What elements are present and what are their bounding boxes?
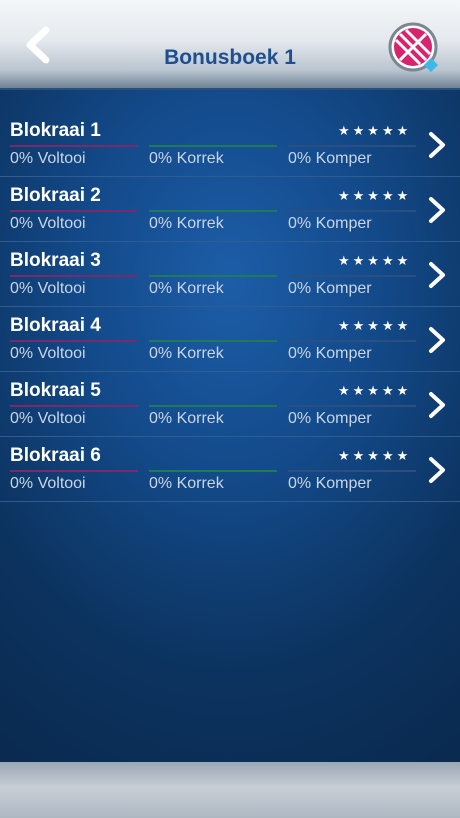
puzzle-title: Blokraai 5 — [10, 380, 101, 401]
voltooi-stat: 0% Voltooi — [10, 215, 86, 232]
chevron-right-icon[interactable] — [426, 325, 448, 355]
korrek-progress-bar — [149, 470, 277, 472]
rating-stars: ★★★★★ — [338, 253, 412, 268]
korrek-stat: 0% Korrek — [149, 150, 224, 167]
list-item[interactable]: Blokraai 5 ★★★★★ 0% Voltooi 0% Korrek 0%… — [0, 372, 460, 437]
komper-progress-bar — [288, 470, 416, 472]
komper-stat: 0% Komper — [288, 215, 372, 232]
korrek-stat: 0% Korrek — [149, 345, 224, 362]
app-logo-icon — [388, 22, 439, 73]
top-bar: Bonusboek 1 — [0, 0, 460, 90]
list-item[interactable]: Blokraai 6 ★★★★★ 0% Voltooi 0% Korrek 0%… — [0, 437, 460, 502]
voltooi-stat: 0% Voltooi — [10, 280, 86, 297]
komper-stat: 0% Komper — [288, 280, 372, 297]
korrek-progress-bar — [149, 210, 277, 212]
puzzle-list: Blokraai 1 ★★★★★ 0% Voltooi 0% Korrek 0%… — [0, 112, 460, 502]
voltooi-progress-bar — [10, 340, 138, 342]
komper-stat: 0% Komper — [288, 150, 372, 167]
voltooi-progress-bar — [10, 210, 138, 212]
voltooi-stat: 0% Voltooi — [10, 345, 86, 362]
chevron-right-icon[interactable] — [426, 390, 448, 420]
komper-progress-bar — [288, 340, 416, 342]
puzzle-title: Blokraai 3 — [10, 250, 101, 271]
bottom-bar — [0, 762, 460, 818]
voltooi-progress-bar — [10, 145, 138, 147]
komper-progress-bar — [288, 210, 416, 212]
rating-stars: ★★★★★ — [338, 188, 412, 203]
komper-stat: 0% Komper — [288, 410, 372, 427]
voltooi-stat: 0% Voltooi — [10, 475, 86, 492]
rating-stars: ★★★★★ — [338, 318, 412, 333]
korrek-progress-bar — [149, 405, 277, 407]
list-item[interactable]: Blokraai 4 ★★★★★ 0% Voltooi 0% Korrek 0%… — [0, 307, 460, 372]
chevron-right-icon[interactable] — [426, 130, 448, 160]
chevron-right-icon[interactable] — [426, 260, 448, 290]
komper-stat: 0% Komper — [288, 475, 372, 492]
komper-stat: 0% Komper — [288, 345, 372, 362]
voltooi-progress-bar — [10, 405, 138, 407]
korrek-stat: 0% Korrek — [149, 280, 224, 297]
korrek-progress-bar — [149, 275, 277, 277]
chevron-right-icon[interactable] — [426, 195, 448, 225]
rating-stars: ★★★★★ — [338, 448, 412, 463]
korrek-stat: 0% Korrek — [149, 215, 224, 232]
komper-progress-bar — [288, 145, 416, 147]
rating-stars: ★★★★★ — [338, 383, 412, 398]
chevron-right-icon[interactable] — [426, 455, 448, 485]
puzzle-title: Blokraai 1 — [10, 120, 101, 141]
list-item[interactable]: Blokraai 2 ★★★★★ 0% Voltooi 0% Korrek 0%… — [0, 177, 460, 242]
komper-progress-bar — [288, 275, 416, 277]
rating-stars: ★★★★★ — [338, 123, 412, 138]
komper-progress-bar — [288, 405, 416, 407]
voltooi-stat: 0% Voltooi — [10, 410, 86, 427]
list-item[interactable]: Blokraai 3 ★★★★★ 0% Voltooi 0% Korrek 0%… — [0, 242, 460, 307]
korrek-stat: 0% Korrek — [149, 475, 224, 492]
puzzle-title: Blokraai 4 — [10, 315, 101, 336]
voltooi-progress-bar — [10, 275, 138, 277]
korrek-progress-bar — [149, 340, 277, 342]
korrek-stat: 0% Korrek — [149, 410, 224, 427]
list-item[interactable]: Blokraai 1 ★★★★★ 0% Voltooi 0% Korrek 0%… — [0, 112, 460, 177]
korrek-progress-bar — [149, 145, 277, 147]
voltooi-stat: 0% Voltooi — [10, 150, 86, 167]
puzzle-title: Blokraai 6 — [10, 445, 101, 466]
puzzle-title: Blokraai 2 — [10, 185, 101, 206]
voltooi-progress-bar — [10, 470, 138, 472]
